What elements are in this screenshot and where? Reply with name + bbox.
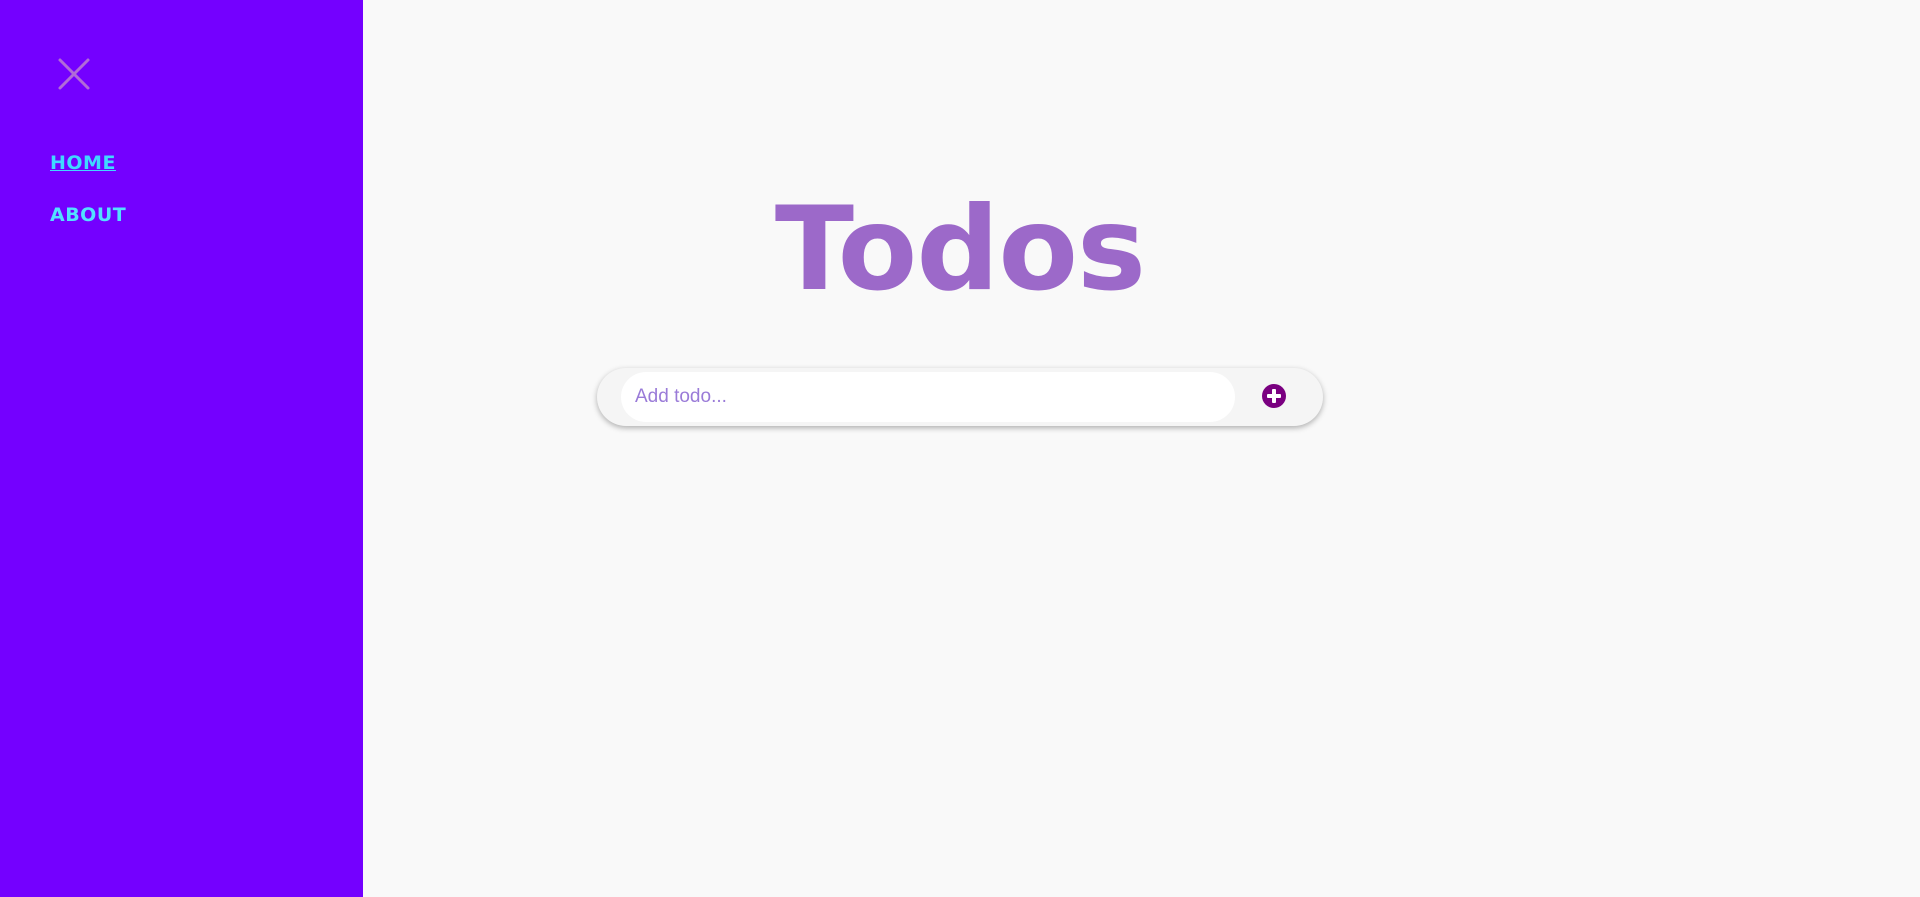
sidebar: HOME ABOUT (0, 0, 363, 897)
nav-link-about[interactable]: ABOUT (50, 204, 126, 226)
todo-input[interactable] (621, 372, 1235, 422)
nav-item-about: ABOUT (50, 204, 126, 226)
nav-item-home: HOME (50, 152, 126, 174)
sidebar-nav: HOME ABOUT (50, 152, 126, 256)
nav-link-home[interactable]: HOME (50, 152, 116, 174)
page-title: Todos (774, 182, 1146, 317)
add-todo-form (597, 368, 1323, 426)
plus-circle-icon[interactable] (1261, 383, 1287, 409)
close-icon[interactable] (56, 56, 92, 92)
